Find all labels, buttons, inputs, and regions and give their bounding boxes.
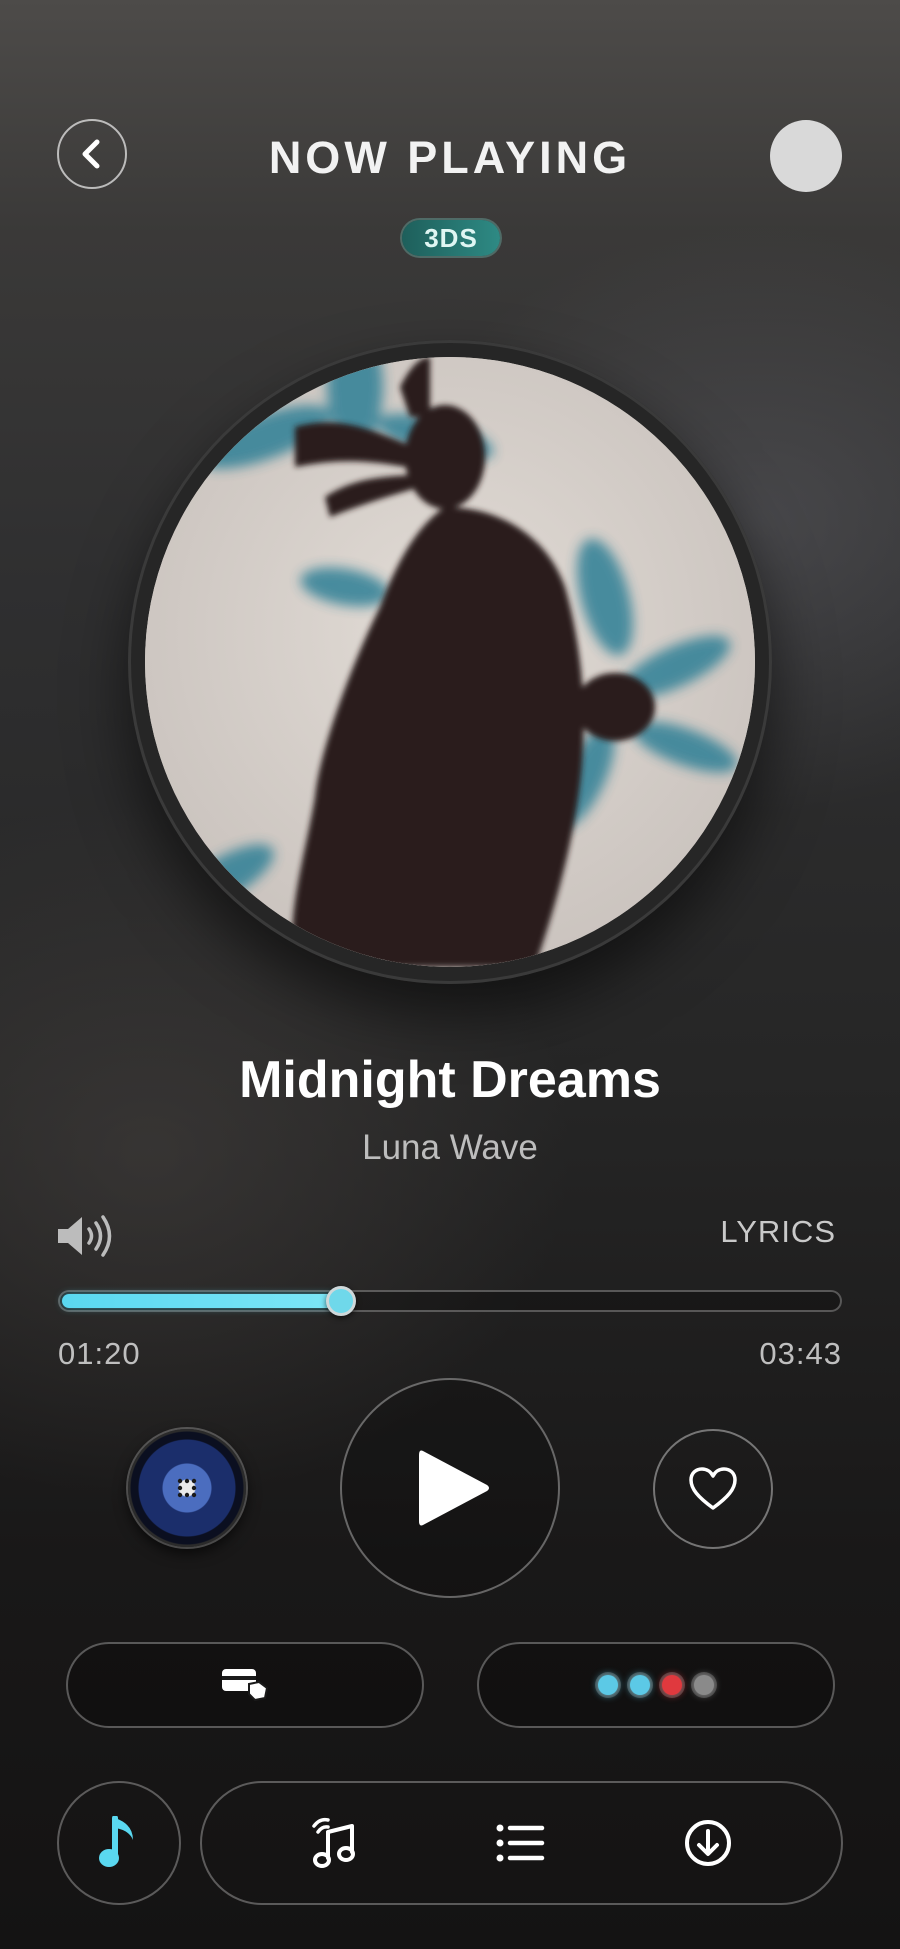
volume-icon [58, 1215, 112, 1257]
volume-button[interactable] [56, 1214, 118, 1263]
play-button[interactable] [340, 1378, 560, 1598]
album-art-image [145, 357, 755, 967]
lyrics-button[interactable]: LYRICS [720, 1214, 836, 1250]
back-button[interactable] [57, 119, 127, 189]
nav-music[interactable] [57, 1781, 181, 1905]
3ds-badge: 3DS [402, 220, 500, 256]
nav-audio[interactable] [295, 1803, 375, 1883]
cards-icon [222, 1669, 269, 1702]
chevron-left-icon [82, 139, 100, 169]
album-art [145, 357, 755, 967]
list-icon [496, 1824, 545, 1862]
download-icon [684, 1820, 731, 1866]
song-title: Midnight Dreams [239, 1051, 661, 1109]
status-dot [662, 1675, 682, 1695]
status-dot [598, 1675, 618, 1695]
play-icon [419, 1450, 489, 1526]
status-dot [694, 1675, 714, 1695]
artist-name: Luna Wave [362, 1128, 538, 1167]
page-title: NOW PLAYING [268, 132, 632, 183]
progress-fill [62, 1294, 341, 1308]
audio-note-icon [312, 1817, 356, 1868]
elapsed-time: 01:20 [58, 1336, 141, 1371]
total-time: 03:43 [759, 1336, 842, 1371]
nav-download[interactable] [668, 1803, 748, 1883]
bottom-nav [200, 1781, 843, 1905]
status-dots-button[interactable] [477, 1642, 835, 1728]
favorite-button[interactable] [653, 1429, 773, 1549]
progress-thumb[interactable] [326, 1286, 356, 1316]
status-dot [630, 1675, 650, 1695]
nav-list[interactable] [481, 1803, 561, 1883]
music-note-icon [99, 1816, 133, 1867]
vinyl-disc-icon [177, 1478, 197, 1498]
cards-button[interactable] [66, 1642, 424, 1728]
avatar[interactable] [770, 120, 842, 192]
vinyl-disc-button[interactable] [128, 1429, 246, 1547]
heart-icon [689, 1467, 737, 1510]
